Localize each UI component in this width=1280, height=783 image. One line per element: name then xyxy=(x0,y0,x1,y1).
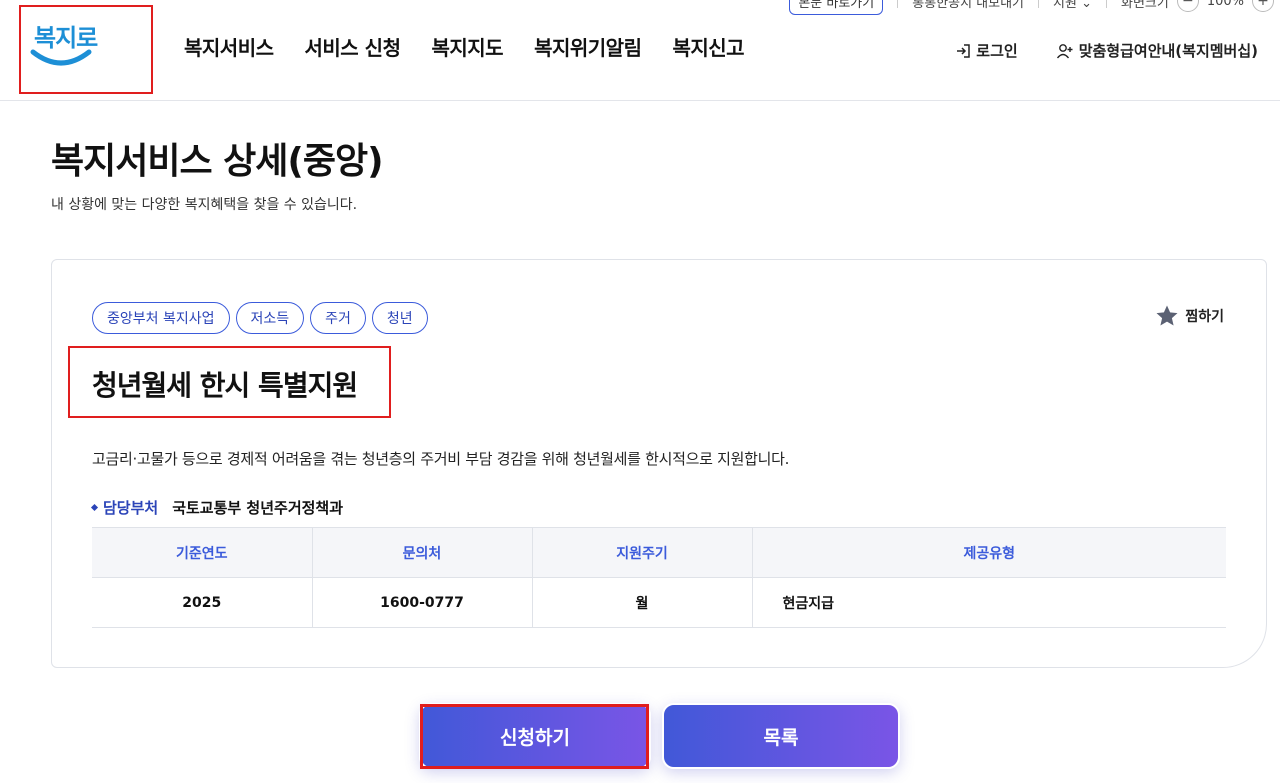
department-row: 담당부처 국토교통부 청년주거정책과 xyxy=(90,497,344,518)
table-cell-contact: 1600-0777 xyxy=(312,577,533,628)
nav-item-service-apply[interactable]: 서비스 신청 xyxy=(305,32,401,61)
header-actions: 로그인 맞춤형급여안내(복지멤버십) xyxy=(955,40,1258,61)
table-header: 문의처 xyxy=(312,527,533,578)
apply-button[interactable]: 신청하기 xyxy=(419,703,651,769)
star-icon xyxy=(1156,305,1178,326)
table-cell-year: 2025 xyxy=(92,577,313,628)
site-logo[interactable]: 복지로 xyxy=(30,14,110,74)
service-description: 고금리·고물가 등으로 경제적 어려움을 겪는 청년층의 주거비 부담 경감을 … xyxy=(92,450,790,468)
favorite-button[interactable]: 찜하기 xyxy=(1155,304,1224,328)
login-label: 로그인 xyxy=(976,42,1018,60)
list-button[interactable]: 목록 xyxy=(662,703,900,769)
tag-central-ministry[interactable]: 중앙부처 복지사업 xyxy=(92,302,230,334)
service-detail-card: 중앙부처 복지사업 저소득 주거 청년 찜하기 청년월세 한시 특별지원 고금리… xyxy=(51,259,1267,668)
service-title: 청년월세 한시 특별지원 xyxy=(92,369,358,402)
tag-list: 중앙부처 복지사업 저소득 주거 청년 xyxy=(92,302,428,334)
department-value: 국토교통부 청년주거정책과 xyxy=(172,499,344,517)
tag-youth[interactable]: 청년 xyxy=(371,302,428,334)
logo-smile-icon xyxy=(30,49,92,66)
table-cell-cycle: 월 xyxy=(532,577,753,628)
login-link[interactable]: 로그인 xyxy=(955,40,1018,61)
table-row: 2025 1600-0777 월 현금지급 xyxy=(92,577,1226,628)
table-header: 지원주기 xyxy=(532,527,753,578)
department-label: 담당부처 xyxy=(103,499,159,517)
site-header: 복지로 복지서비스 서비스 신청 복지지도 복지위기알림 복지신고 로그인 맞춤… xyxy=(0,0,1280,101)
bullet-icon xyxy=(90,503,99,512)
page-subtitle: 내 상황에 맞는 다양한 복지혜택을 찾을 수 있습니다. xyxy=(51,197,358,213)
tag-low-income[interactable]: 저소득 xyxy=(235,302,305,334)
nav-item-welfare-service[interactable]: 복지서비스 xyxy=(184,32,274,61)
nav-item-welfare-map[interactable]: 복지지도 xyxy=(431,32,503,61)
table-header: 기준연도 xyxy=(92,527,313,578)
table-header-row: 기준연도 문의처 지원주기 제공유형 xyxy=(92,527,1226,578)
membership-link[interactable]: 맞춤형급여안내(복지멤버십) xyxy=(1056,40,1258,61)
tag-housing[interactable]: 주거 xyxy=(310,302,366,334)
table-cell-type: 현금지급 xyxy=(752,577,1226,628)
favorite-label: 찜하기 xyxy=(1185,309,1224,325)
page-title: 복지서비스 상세(중앙) xyxy=(51,141,384,182)
main-nav: 복지서비스 서비스 신청 복지지도 복지위기알림 복지신고 xyxy=(184,32,745,61)
user-add-icon xyxy=(1056,43,1073,58)
service-info-table: 기준연도 문의처 지원주기 제공유형 2025 1600-0777 월 현금지급 xyxy=(92,527,1226,628)
nav-item-welfare-report[interactable]: 복지신고 xyxy=(672,32,744,61)
table-header: 제공유형 xyxy=(752,527,1226,578)
membership-label: 맞춤형급여안내(복지멤버십) xyxy=(1078,42,1258,60)
login-icon xyxy=(957,43,971,58)
nav-item-crisis-alert[interactable]: 복지위기알림 xyxy=(534,32,642,61)
department-label-wrap: 담당부처 xyxy=(90,497,159,518)
